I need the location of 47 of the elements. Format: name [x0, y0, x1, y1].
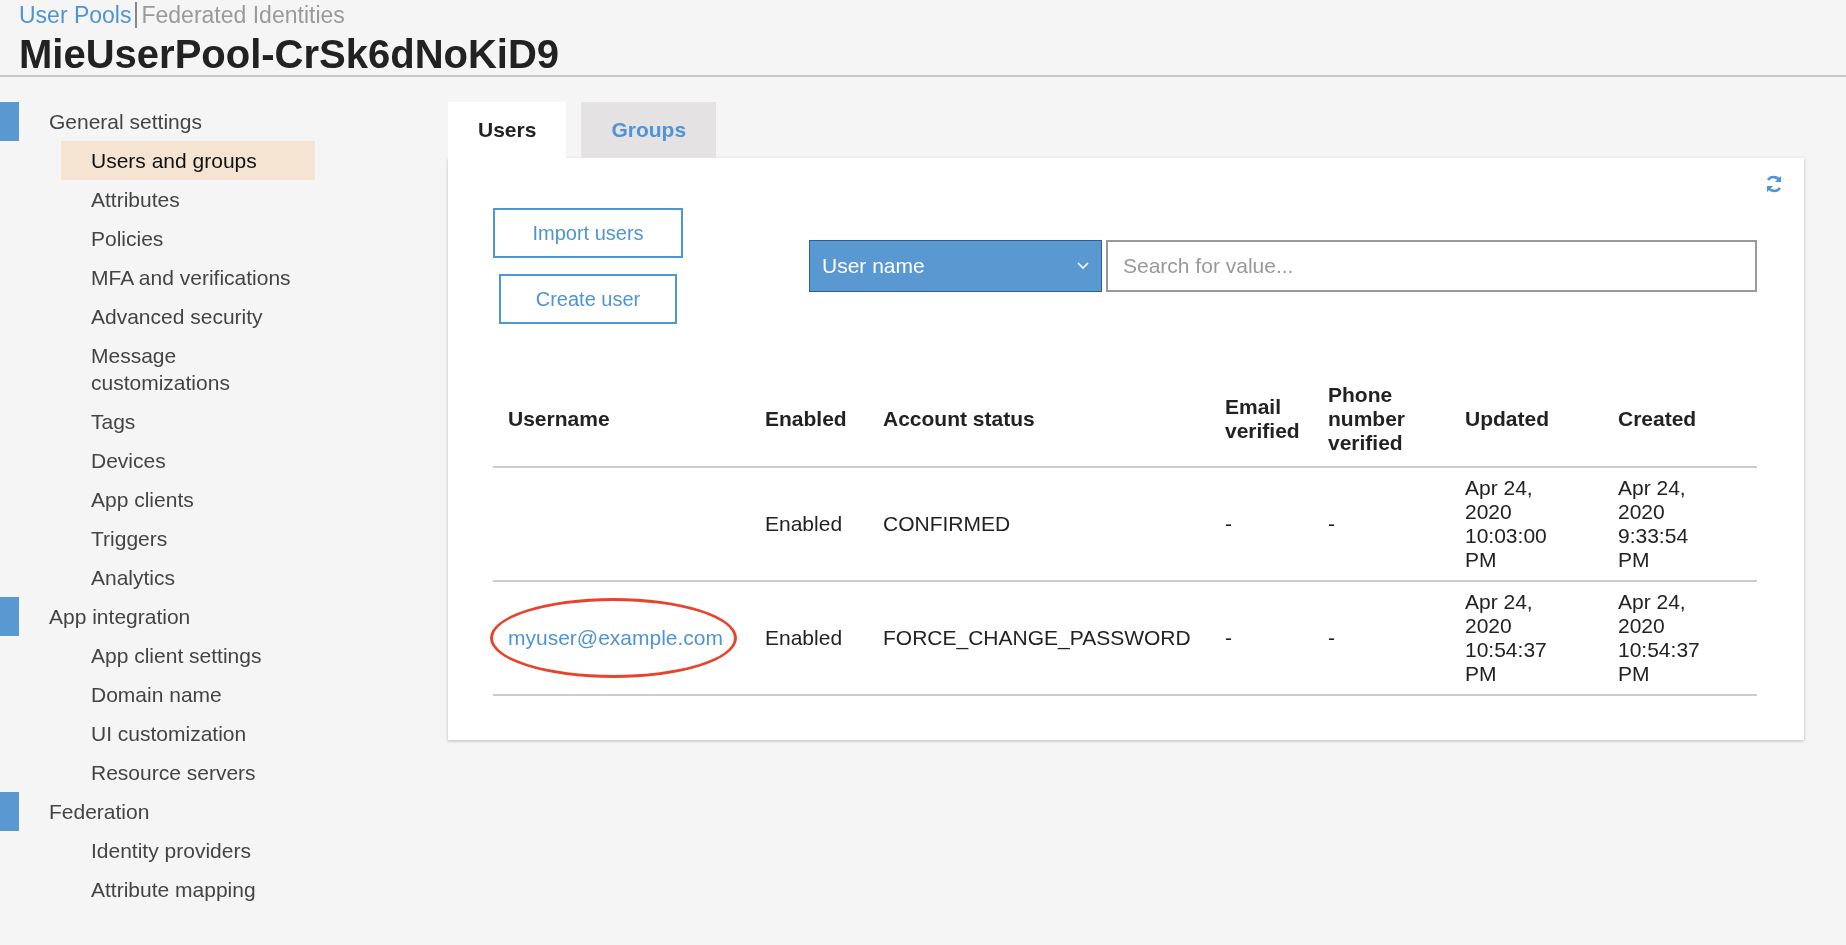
caret-icon — [1077, 262, 1089, 270]
sidebar-item[interactable]: Triggers — [61, 519, 315, 558]
column-header: Created — [1603, 372, 1757, 467]
sidebar-section: General settings — [49, 109, 202, 134]
refresh-icon[interactable] — [1764, 174, 1784, 194]
column-header: Account status — [868, 372, 1210, 467]
table-cell: Apr 24, 2020 10:54:37 PM — [1465, 590, 1547, 685]
section-marker — [0, 792, 19, 831]
table-cell: - — [1225, 626, 1232, 649]
sidebar-item[interactable]: Policies — [61, 219, 315, 258]
table-cell: - — [1328, 626, 1335, 649]
sidebar-item[interactable]: Message customizations — [61, 336, 315, 402]
table-cell: Apr 24, 2020 10:54:37 PM — [1618, 590, 1700, 685]
table-cell: FORCE_CHANGE_PASSWORD — [883, 626, 1191, 649]
sidebar-item[interactable]: App client settings — [61, 636, 315, 675]
table-cell: Apr 24, 2020 9:33:54 PM — [1618, 476, 1689, 571]
column-header: Phone number verified — [1313, 372, 1450, 467]
sidebar-section: App integration — [49, 604, 191, 629]
sidebar-item[interactable]: UI customization — [61, 714, 315, 753]
sidebar-item[interactable]: Attribute mapping — [61, 870, 315, 909]
search-field[interactable]: Search for value... — [1106, 240, 1757, 292]
table-cell: - — [1328, 512, 1335, 535]
section-marker — [0, 102, 19, 141]
sidebar-item[interactable]: Users and groups — [61, 141, 315, 180]
sidebar-item[interactable]: Analytics — [61, 558, 315, 597]
sidebar-item[interactable]: Identity providers — [61, 831, 315, 870]
table-cell: Enabled — [765, 626, 843, 649]
tab[interactable]: Users — [448, 102, 567, 158]
column-header: Username — [493, 372, 750, 467]
sidebar-item[interactable]: Attributes — [61, 180, 315, 219]
sidebar-item[interactable]: Advanced security — [61, 297, 315, 336]
sidebar-section: Federation — [49, 799, 150, 824]
sidebar-item[interactable]: App clients — [61, 480, 315, 519]
sidebar-item[interactable]: Tags — [61, 402, 315, 441]
sidebar-item[interactable]: Devices — [61, 441, 315, 480]
page-title: MieUserPool-CrSk6dNoKiD9 — [19, 32, 561, 76]
column-header: Email verified — [1210, 372, 1313, 467]
section-marker — [0, 597, 19, 636]
table-cell: CONFIRMED — [883, 512, 1011, 535]
table-cell: Enabled — [765, 512, 843, 535]
column-header: Enabled — [750, 372, 868, 467]
sidebar-item[interactable]: MFA and verifications — [61, 258, 315, 297]
table-cell: Apr 24, 2020 10:03:00 PM — [1465, 476, 1547, 571]
sidebar-item[interactable]: Domain name — [61, 675, 315, 714]
sidebar-item[interactable]: Resource servers — [61, 753, 315, 792]
column-header: Updated — [1450, 372, 1603, 467]
table-cell: - — [1225, 512, 1232, 535]
